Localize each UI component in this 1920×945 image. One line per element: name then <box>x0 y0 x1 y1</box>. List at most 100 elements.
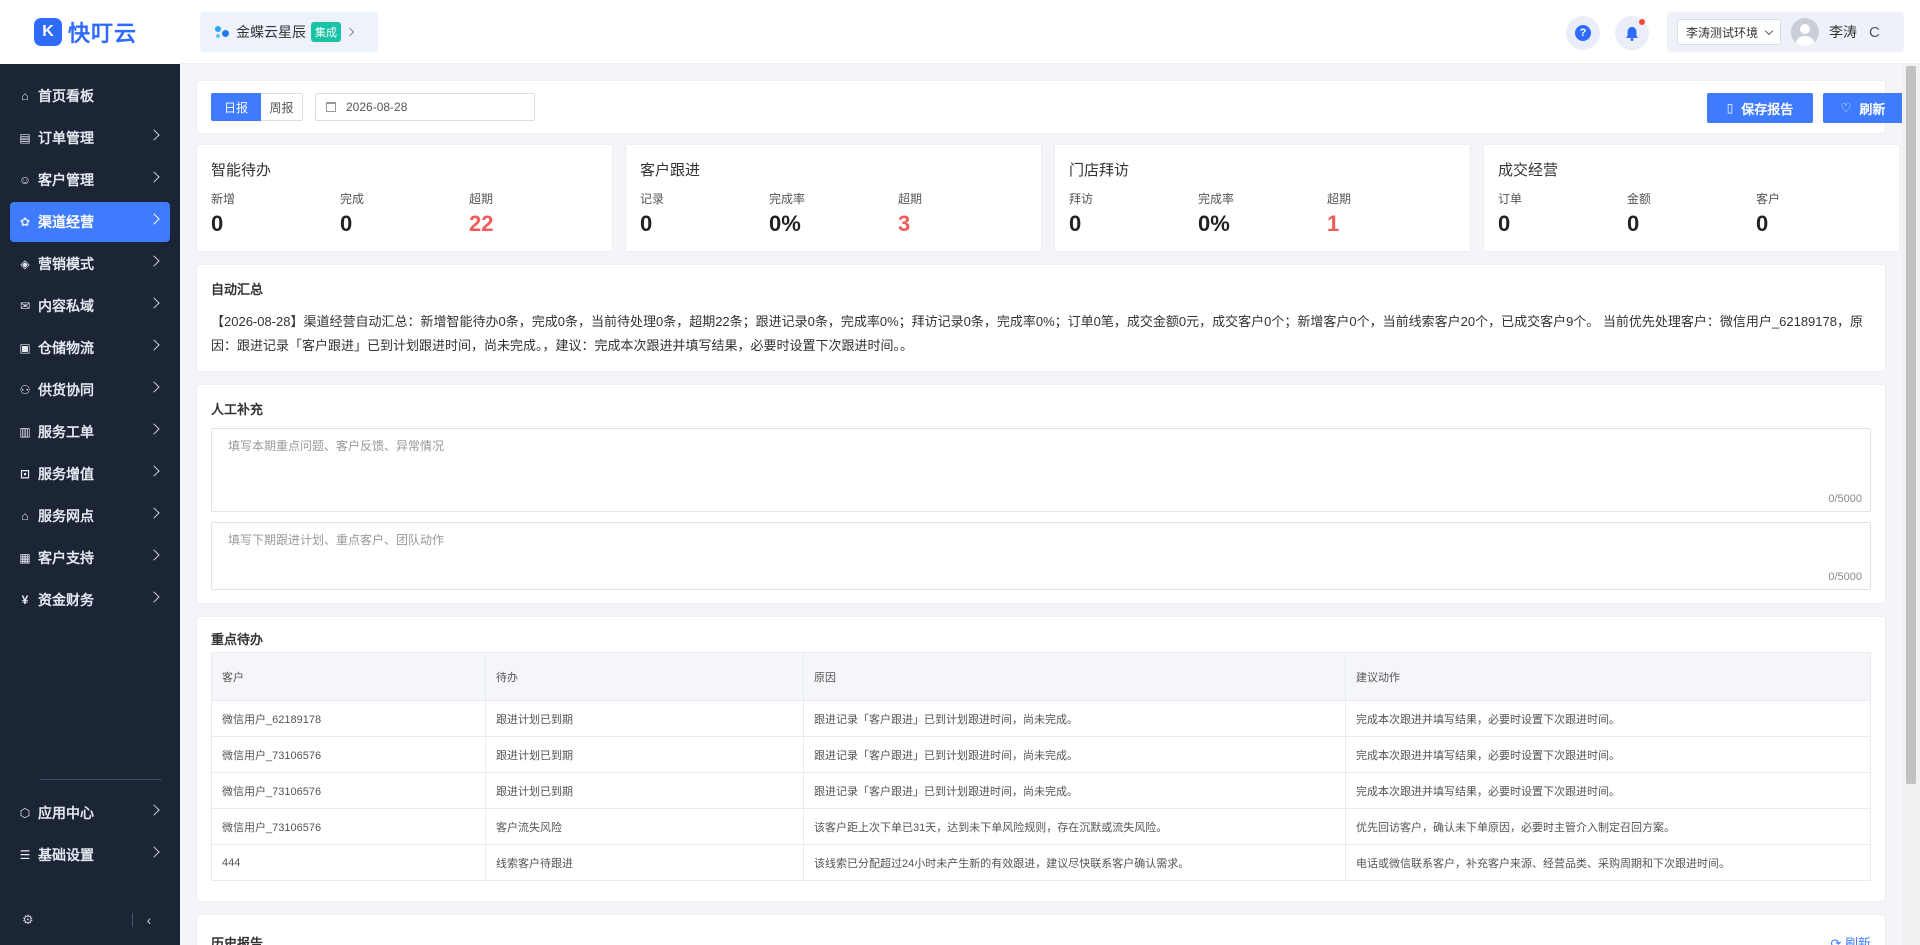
table-header-cell: 待办 <box>485 652 804 701</box>
store-icon: ⌂ <box>21 509 29 523</box>
stat-label: 新增 <box>211 192 236 206</box>
stat-value: 22 <box>469 211 494 236</box>
stat-card: 门店拜访拜访 0 完成率 0% 超期 1 <box>1054 144 1471 252</box>
chevron-right-icon <box>345 27 355 37</box>
bag-icon: ⊡ <box>19 467 31 481</box>
table-row[interactable]: 444 线索客户待跟进 该线索已分配超过24小时未产生新的有效跟进，建议尽快联系客户… <box>211 844 1871 881</box>
stat-value: 3 <box>898 211 911 236</box>
sidebar-item-10[interactable]: ⌂ 服务网点 <box>10 496 170 536</box>
avatar[interactable] <box>1791 18 1820 46</box>
help-button[interactable]: ? <box>1566 16 1600 50</box>
integration-name: 金蝶云星辰 <box>236 24 306 40</box>
sidebar-item-0[interactable]: ⌂ 首页看板 <box>10 76 170 116</box>
stat-value: 0 <box>640 211 653 236</box>
stat-label: 完成率 <box>1198 192 1235 206</box>
mail-icon: ✉ <box>19 299 31 313</box>
integration-tag[interactable]: 金蝶云星辰 集成 <box>200 12 378 52</box>
table-row[interactable]: 微信用户_73106576 客户流失风险 该客户距上次下单已31天，达到未下单风险规… <box>211 808 1871 845</box>
table-header-cell: 建议动作 <box>1345 652 1871 701</box>
help-icon: ? <box>1575 25 1591 41</box>
sidebar-item-1[interactable]: ▤ 订单管理 <box>10 118 170 158</box>
sidebar-item-bottom-0[interactable]: ⬡ 应用中心 <box>10 793 170 833</box>
table-cell: 跟进记录「客户跟进」已到计划跟进时间，尚未完成。 <box>803 772 1346 809</box>
issues-char-count: 0/5000 <box>1828 493 1862 505</box>
user-name[interactable]: 李涛 <box>1829 22 1857 42</box>
sidebar-item-label: 首页看板 <box>38 88 94 104</box>
stat-card: 客户跟进 记录 0 完成率 0% 超期 3 <box>625 144 1042 252</box>
sidebar-item-11[interactable]: ▦ 客户支持 <box>10 538 170 578</box>
sidebar-item-label: 服务增值 <box>38 466 94 482</box>
sidebar-item-4[interactable]: ◈ 营销模式 <box>10 244 170 284</box>
integration-badge: 集成 <box>311 22 341 42</box>
stat-value: 0 <box>1756 211 1769 236</box>
table-cell: 优先回访客户，确认未下单原因，必要时主管介入制定召回方案。 <box>1345 808 1871 845</box>
chevron-down-icon <box>1764 26 1774 35</box>
chevron-right-icon <box>148 465 160 477</box>
table-header-cell: 客户 <box>211 652 486 701</box>
stat-item: 新增 0 <box>211 190 340 237</box>
table-cell: 跟进记录「客户跟进」已到计划跟进时间，尚未完成。 <box>803 700 1346 737</box>
stat-item: 完成率 0% <box>1198 190 1327 237</box>
stat-label: 客户 <box>1756 192 1781 206</box>
issues-textarea[interactable]: 填写本期重点问题、客户反馈、异常情况 0/5000 <box>211 428 1871 512</box>
supply-icon: ⚇ <box>19 383 31 397</box>
footer-separator <box>131 913 133 927</box>
stat-value: 0 <box>1498 211 1511 236</box>
chevron-right-icon <box>148 297 160 309</box>
plan-textarea[interactable]: 填写下期跟进计划、重点客户、团队动作 0/5000 <box>211 522 1871 590</box>
key-todo-card: 重点待办 客户 待办 原因 建议动作 微信用户_62189178 跟进计划已到期 跟进记录… <box>196 616 1886 902</box>
sidebar-item-label: 订单管理 <box>38 130 94 146</box>
env-label: 李涛测试环境 <box>1686 25 1759 40</box>
sidebar-item-7[interactable]: ⚇ 供货协同 <box>10 370 170 410</box>
scrollbar-thumb[interactable] <box>1906 66 1916 784</box>
integration-logo-icon <box>214 24 230 40</box>
sidebar-item-3[interactable]: ✿ 渠道经营 <box>10 202 170 242</box>
history-report-card: 历史报告 ⟳ 刷新 <box>196 914 1886 945</box>
logo-icon: K <box>34 18 62 46</box>
key-todo-table: 客户 待办 原因 建议动作 微信用户_62189178 跟进计划已到期 跟进记录「客户跟进… <box>211 652 1871 881</box>
notification-button[interactable] <box>1615 16 1649 50</box>
sidebar-item-label: 客户支持 <box>38 550 94 566</box>
stat-title: 智能待办 <box>211 162 272 179</box>
table-body: 微信用户_62189178 跟进计划已到期 跟进记录「客户跟进」已到计划跟进时间，尚… <box>211 700 1871 881</box>
home-icon: ⌂ <box>21 89 29 103</box>
table-row[interactable]: 微信用户_73106576 跟进计划已到期 跟进记录「客户跟进」已到计划跟进时间，尚… <box>211 772 1871 809</box>
page-scrollbar[interactable] <box>1902 64 1920 945</box>
table-row[interactable]: 微信用户_62189178 跟进计划已到期 跟进记录「客户跟进」已到计划跟进时间，尚… <box>211 700 1871 737</box>
refresh-icon[interactable]: C <box>1869 24 1880 41</box>
stats-row: 智能待办 新增 0 完成 0 超期 22 客户跟进 记录 0 完成率 0% 超期 3 门店拜访 拜访 0 完成率 0… <box>196 144 1900 252</box>
refresh-button[interactable]: ♡ 刷新 <box>1823 93 1902 123</box>
sidebar-item-label: 服务网点 <box>38 508 94 524</box>
main-content: 日报 周报 2026-08-28 ▯ 保存报告 ♡ 刷新 智能待办 新增 0 完成 0 超… <box>180 64 1902 945</box>
issues-placeholder: 填写本期重点问题、客户反馈、异常情况 <box>228 439 445 453</box>
sidebar-item-8[interactable]: ▥ 服务工单 <box>10 412 170 452</box>
sidebar-item-label: 应用中心 <box>38 805 94 821</box>
stat-title: 门店拜访 <box>1069 162 1130 179</box>
sidebar-item-2[interactable]: ☺ 客户管理 <box>10 160 170 200</box>
tab-daily[interactable]: 日报 <box>211 93 261 121</box>
sidebar-item-5[interactable]: ✉ 内容私域 <box>10 286 170 326</box>
sidebar-item-label: 基础设置 <box>38 847 94 863</box>
chevron-right-icon <box>148 129 160 141</box>
settings-gear-icon[interactable]: ⚙ <box>22 912 34 928</box>
stat-label: 超期 <box>1327 192 1352 206</box>
report-toolbar: 日报 周报 2026-08-28 ▯ 保存报告 ♡ 刷新 <box>196 80 1902 134</box>
history-refresh-link[interactable]: ⟳ 刷新 <box>1830 933 1871 945</box>
stat-row: 拜访 0 完成率 0% 超期 1 <box>1069 190 1456 237</box>
sidebar-item-bottom-1[interactable]: ☰ 基础设置 <box>10 835 170 875</box>
stat-title: 成交经营 <box>1498 162 1559 179</box>
collapse-sidebar-icon[interactable]: ‹ <box>147 912 152 928</box>
logo[interactable]: K 快叮云 <box>0 0 180 64</box>
sidebar-item-label: 资金财务 <box>38 592 94 608</box>
env-select[interactable]: 李涛测试环境 <box>1677 19 1782 45</box>
table-cell: 客户流失风险 <box>485 808 804 845</box>
sidebar-item-6[interactable]: ▣ 仓储物流 <box>10 328 170 368</box>
tab-weekly[interactable]: 周报 <box>261 93 303 121</box>
sidebar-item-9[interactable]: ⊡ 服务增值 <box>10 454 170 494</box>
table-row[interactable]: 微信用户_73106576 跟进计划已到期 跟进记录「客户跟进」已到计划跟进时间，尚… <box>211 736 1871 773</box>
sidebar-item-label: 供货协同 <box>38 382 94 398</box>
app-icon: ⬡ <box>19 806 31 820</box>
save-report-button[interactable]: ▯ 保存报告 <box>1707 93 1813 123</box>
date-picker[interactable]: 2026-08-28 <box>315 93 535 121</box>
sidebar-item-12[interactable]: ¥ 资金财务 <box>10 580 170 620</box>
